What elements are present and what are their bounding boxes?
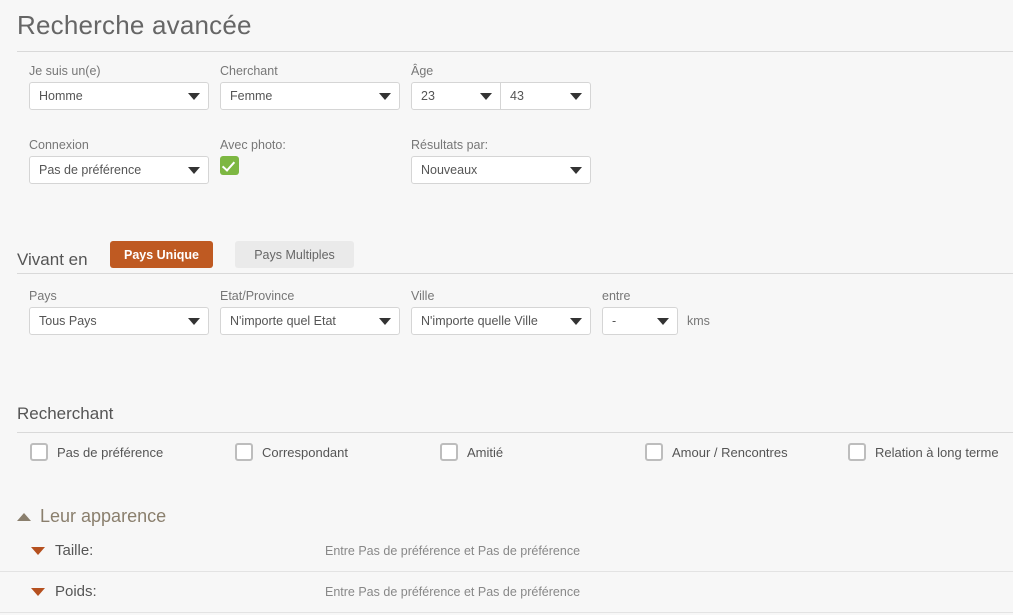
checkbox-option-penpal[interactable]: Correspondant [235, 443, 348, 461]
field-gender: Je suis un(e) Homme [29, 64, 209, 110]
accordion-appearance-label: Leur apparence [40, 506, 167, 526]
field-city: Ville N'importe quelle Ville [411, 289, 591, 335]
gender-label: Je suis un(e) [29, 64, 101, 78]
advanced-search-page: Recherche avancée Je suis un(e) Homme Ch… [0, 0, 1013, 615]
accordion-row-height[interactable]: Taille: Entre Pas de préférence et Pas d… [0, 531, 1013, 572]
gender-value: Homme [39, 89, 83, 103]
checkbox-label: Relation à long terme [875, 444, 999, 460]
chevron-up-icon [17, 512, 31, 521]
checkbox-icon [30, 443, 48, 461]
field-connexion: Connexion Pas de préférence [29, 138, 209, 184]
city-value: N'importe quelle Ville [421, 314, 538, 328]
with-photo-checkbox[interactable] [220, 156, 239, 175]
connexion-value: Pas de préférence [39, 163, 142, 177]
state-label: Etat/Province [220, 289, 295, 303]
field-state: Etat/Province N'importe quel Etat [220, 289, 400, 335]
accordion-row-value: Entre Pas de préférence et Pas de préfér… [325, 544, 581, 558]
field-with-photo: Avec photo: [220, 138, 286, 175]
field-country: Pays Tous Pays [29, 289, 209, 335]
checkbox-label: Pas de préférence [57, 444, 164, 460]
seeking-value: Femme [230, 89, 273, 103]
checkbox-icon [440, 443, 458, 461]
checkbox-label: Amour / Rencontres [672, 444, 788, 460]
chevron-down-icon [188, 167, 200, 174]
chevron-down-icon [480, 93, 492, 100]
chevron-down-icon [570, 167, 582, 174]
header-divider [17, 51, 1013, 52]
distance-select[interactable]: - [602, 307, 678, 335]
seeking-section-heading: Recherchant [17, 404, 114, 423]
chevron-down-icon [379, 318, 391, 325]
country-label: Pays [29, 289, 57, 303]
seeking-divider [17, 432, 1013, 433]
accordion-row-label: Poids: [55, 583, 97, 600]
city-select[interactable]: N'importe quelle Ville [411, 307, 591, 335]
field-age: Âge 23 43 [411, 64, 591, 110]
chevron-down-icon [31, 588, 45, 596]
chevron-down-icon [379, 93, 391, 100]
checkbox-option-long-term[interactable]: Relation à long terme [848, 443, 999, 461]
checkbox-icon [235, 443, 253, 461]
checkbox-icon [848, 443, 866, 461]
chevron-down-icon [570, 318, 582, 325]
checkbox-option-no-preference[interactable]: Pas de préférence [30, 443, 163, 461]
age-max-value: 43 [510, 89, 524, 103]
tab-multiple-countries[interactable]: Pays Multiples [235, 241, 354, 268]
accordion-row-value: Entre Pas de préférence et Pas de préfér… [325, 585, 581, 599]
accordion-row-label: Taille: [55, 542, 94, 559]
gender-select[interactable]: Homme [29, 82, 209, 110]
accordion-row-weight[interactable]: Poids: Entre Pas de préférence et Pas de… [0, 572, 1013, 613]
country-select[interactable]: Tous Pays [29, 307, 209, 335]
checkbox-label: Correspondant [262, 444, 348, 460]
results-sort-select[interactable]: Nouveaux [411, 156, 591, 184]
living-divider [17, 273, 1013, 274]
checkbox-option-love-dating[interactable]: Amour / Rencontres [645, 443, 788, 461]
state-select[interactable]: N'importe quel Etat [220, 307, 400, 335]
seeking-options-row: Pas de préférence Correspondant Amitié A… [0, 443, 1013, 469]
field-seeking: Cherchant Femme [220, 64, 400, 110]
field-distance: entre - kms [602, 289, 710, 335]
living-in-heading: Vivant en [17, 250, 88, 269]
chevron-down-icon [188, 93, 200, 100]
chevron-down-icon [570, 93, 582, 100]
results-sort-label: Résultats par: [411, 138, 489, 152]
checkbox-label: Amitié [467, 444, 504, 460]
distance-value: - [612, 314, 617, 328]
tab-single-country[interactable]: Pays Unique [110, 241, 213, 268]
results-sort-value: Nouveaux [421, 163, 478, 177]
accordion-appearance-header[interactable]: Leur apparence [17, 506, 166, 527]
state-value: N'importe quel Etat [230, 314, 336, 328]
seeking-select[interactable]: Femme [220, 82, 400, 110]
with-photo-label: Avec photo: [220, 138, 286, 152]
chevron-down-icon [31, 547, 45, 555]
country-value: Tous Pays [39, 314, 97, 328]
distance-group: - kms [602, 307, 710, 335]
chevron-down-icon [188, 318, 200, 325]
checkbox-icon [645, 443, 663, 461]
seeking-label: Cherchant [220, 64, 278, 78]
connexion-select[interactable]: Pas de préférence [29, 156, 209, 184]
connexion-label: Connexion [29, 138, 89, 152]
field-results-sort: Résultats par: Nouveaux [411, 138, 591, 184]
distance-unit: kms [687, 314, 710, 328]
age-min-select[interactable]: 23 [411, 82, 501, 110]
city-label: Ville [411, 289, 435, 303]
age-label: Âge [411, 64, 434, 78]
age-range-group: 23 43 [411, 82, 591, 110]
page-title: Recherche avancée [17, 10, 252, 40]
age-max-select[interactable]: 43 [501, 82, 591, 110]
checkbox-option-friendship[interactable]: Amitié [440, 443, 503, 461]
chevron-down-icon [657, 318, 669, 325]
age-min-value: 23 [421, 89, 435, 103]
distance-label: entre [602, 289, 631, 303]
